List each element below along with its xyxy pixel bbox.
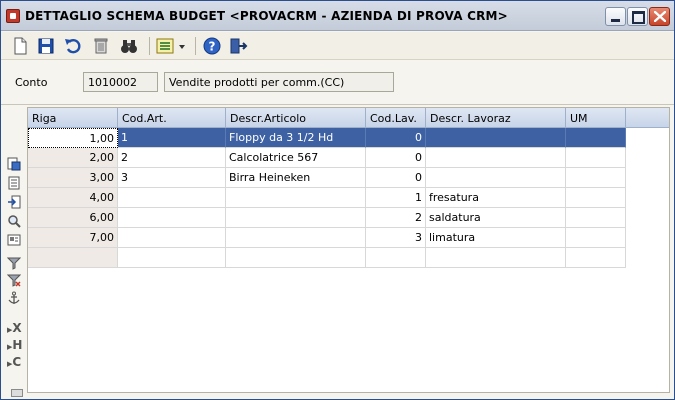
table-row[interactable]: 4,00 1 fresatura [28,188,669,208]
window-title: DETTAGLIO SCHEMA BUDGET <PROVACRM - AZIE… [25,9,508,23]
anchor-icon[interactable] [7,291,21,305]
cell-cod-art[interactable]: 1 [118,128,226,148]
cell-cod-lav[interactable]: 0 [366,168,426,188]
cell-descr-articolo[interactable]: Birra Heineken [226,168,366,188]
letter-h: H [12,338,23,352]
grid-header: Riga Cod.Art. Descr.Articolo Cod.Lav. De… [28,108,669,128]
cell-um[interactable] [566,128,626,148]
cell-um[interactable] [566,168,626,188]
insert-row-icon[interactable] [7,157,21,171]
list-options-icon[interactable] [155,36,189,56]
cell-descr-lavoraz[interactable] [426,248,566,268]
cell-cod-lav[interactable]: 1 [366,188,426,208]
header-riga[interactable]: Riga [28,108,118,128]
cell-riga[interactable]: 1,00 [28,128,118,148]
side-toolbar: ▶X ▶H ▶C [5,107,27,397]
letter-x: X [12,321,22,335]
cell-cod-art[interactable] [118,228,226,248]
cell-um[interactable] [566,188,626,208]
cell-um[interactable] [566,248,626,268]
maximize-button[interactable] [627,7,648,26]
cell-riga[interactable]: 7,00 [28,228,118,248]
card-icon[interactable] [7,233,21,247]
save-icon[interactable] [36,36,58,56]
cell-riga[interactable]: 2,00 [28,148,118,168]
import-icon[interactable] [7,195,21,209]
cell-descr-articolo[interactable]: Floppy da 3 1/2 Hd [226,128,366,148]
cell-cod-lav[interactable]: 0 [366,128,426,148]
cell-descr-articolo[interactable] [226,188,366,208]
binoculars-icon[interactable] [119,36,141,56]
header-cod-lav[interactable]: Cod.Lav. [366,108,426,128]
cell-descr-articolo[interactable] [226,208,366,228]
cell-riga[interactable]: 3,00 [28,168,118,188]
dettaglio-schema-budget-window: DETTAGLIO SCHEMA BUDGET <PROVACRM - AZIE… [0,0,675,400]
toolbar-separator [195,37,196,55]
close-button[interactable] [649,7,670,26]
column-x-button[interactable]: ▶X [7,321,22,335]
cell-cod-art[interactable] [118,188,226,208]
minimize-button[interactable] [605,7,626,26]
cell-um[interactable] [566,208,626,228]
undo-icon[interactable] [63,36,85,56]
cell-descr-lavoraz[interactable]: saldatura [426,208,566,228]
help-icon[interactable]: ? [202,36,224,56]
cell-riga[interactable] [28,248,118,268]
title-bar[interactable]: DETTAGLIO SCHEMA BUDGET <PROVACRM - AZIE… [1,1,674,31]
filter-icon[interactable] [6,256,22,270]
grid-empty-area [28,269,118,392]
cell-descr-lavoraz[interactable] [426,128,566,148]
cell-um[interactable] [566,148,626,168]
cell-cod-lav[interactable] [366,248,426,268]
conto-description-field: Vendite prodotti per comm.(CC) [164,72,394,92]
cell-descr-articolo[interactable] [226,248,366,268]
column-h-button[interactable]: ▶H [7,338,23,352]
cell-descr-lavoraz[interactable]: fresatura [426,188,566,208]
conto-code-field[interactable]: 1010002 [83,72,158,92]
column-c-button[interactable]: ▶C [7,355,21,369]
table-row[interactable]: 1,00 1 Floppy da 3 1/2 Hd 0 [28,128,669,148]
filter-remove-icon[interactable] [6,273,22,287]
header-descr-lavoraz[interactable]: Descr. Lavoraz [426,108,566,128]
cell-descr-lavoraz[interactable]: limatura [426,228,566,248]
header-filler [626,108,669,128]
letter-c: C [12,355,22,369]
header-cod-art[interactable]: Cod.Art. [118,108,226,128]
cell-descr-lavoraz[interactable] [426,168,566,188]
cell-um[interactable] [566,228,626,248]
exit-icon[interactable] [228,36,250,56]
cell-descr-articolo[interactable]: Calcolatrice 567 [226,148,366,168]
cell-cod-lav[interactable]: 2 [366,208,426,228]
cell-descr-lavoraz[interactable] [426,148,566,168]
cell-descr-articolo[interactable] [226,228,366,248]
cell-cod-art[interactable] [118,208,226,228]
header-um[interactable]: UM [566,108,626,128]
table-row[interactable]: 2,00 2 Calcolatrice 567 0 [28,148,669,168]
budget-detail-grid[interactable]: Riga Cod.Art. Descr.Articolo Cod.Lav. De… [27,107,670,393]
header-descr-articolo[interactable]: Descr.Articolo [226,108,366,128]
cell-cod-art[interactable]: 2 [118,148,226,168]
conto-form: Conto 1010002 Vendite prodotti per comm.… [1,61,674,105]
conto-label: Conto [15,76,48,89]
table-row[interactable]: 7,00 3 limatura [28,228,669,248]
cell-cod-art[interactable]: 3 [118,168,226,188]
new-document-icon[interactable] [10,36,32,56]
svg-text:?: ? [209,40,216,54]
cell-riga[interactable]: 4,00 [28,188,118,208]
cell-riga[interactable]: 6,00 [28,208,118,228]
close-icon [654,11,666,22]
list-icon[interactable] [7,176,21,190]
delete-icon[interactable] [91,36,113,56]
resize-grip-icon[interactable] [11,389,23,397]
toolbar-separator [149,37,150,55]
cell-cod-art[interactable] [118,248,226,268]
table-row[interactable]: 6,00 2 saldatura [28,208,669,228]
cell-cod-lav[interactable]: 3 [366,228,426,248]
table-row[interactable] [28,248,669,268]
app-icon [6,9,20,23]
table-row[interactable]: 3,00 3 Birra Heineken 0 [28,168,669,188]
toolbar: ? [1,32,674,60]
zoom-icon[interactable] [7,214,21,228]
cell-cod-lav[interactable]: 0 [366,148,426,168]
